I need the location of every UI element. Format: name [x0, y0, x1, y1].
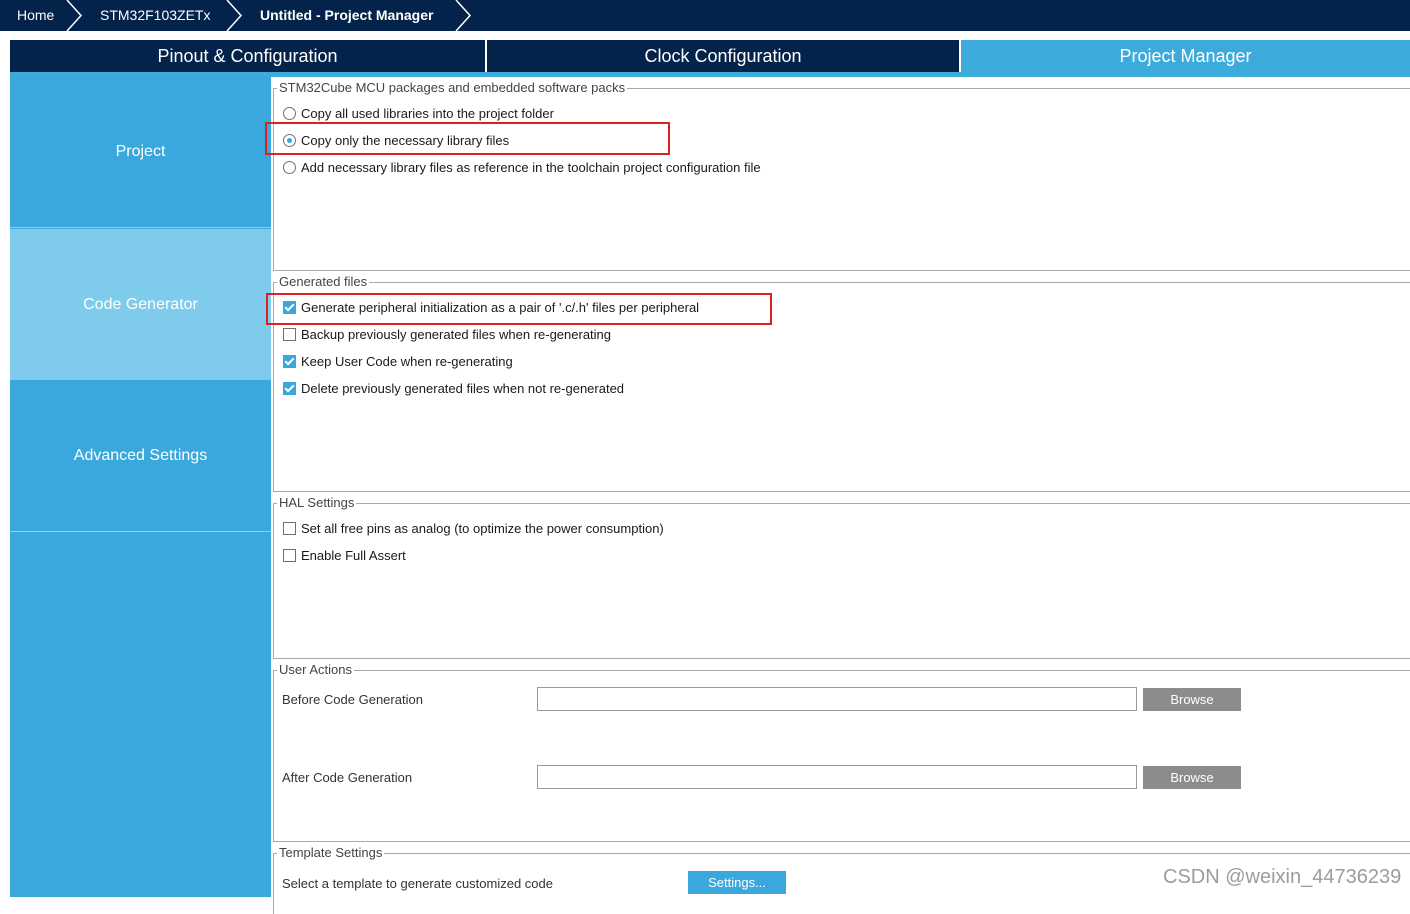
radio-button[interactable] — [283, 107, 296, 120]
checkbox-backup[interactable]: Backup previously generated files when r… — [283, 326, 611, 344]
radio-add-reference[interactable]: Add necessary library files as reference… — [283, 159, 761, 177]
sidebar-divider — [10, 227, 271, 228]
sidebar-item-code-generator[interactable]: Code Generator — [10, 229, 271, 380]
radio-button[interactable] — [283, 161, 296, 174]
browse-after-button[interactable]: Browse — [1143, 766, 1241, 789]
sidebar-item-project[interactable]: Project — [10, 77, 271, 227]
template-settings-button[interactable]: Settings... — [688, 871, 786, 894]
breadcrumb-device[interactable]: STM32F103ZETx — [100, 0, 210, 31]
user-actions-title: User Actions — [277, 662, 354, 677]
after-generation-label: After Code Generation — [282, 770, 413, 785]
main-tabs: Pinout & Configuration Clock Configurati… — [10, 40, 1410, 72]
sidebar-divider — [10, 531, 271, 532]
checkbox[interactable] — [283, 328, 296, 341]
breadcrumb: Home STM32F103ZETx Untitled - Project Ma… — [0, 0, 1410, 31]
checkbox[interactable] — [283, 522, 296, 535]
tab-clock[interactable]: Clock Configuration — [487, 40, 959, 72]
tab-project-manager[interactable]: Project Manager — [961, 40, 1410, 72]
generated-files-title: Generated files — [277, 274, 370, 289]
hal-settings-title: HAL Settings — [277, 495, 357, 510]
browse-before-button[interactable]: Browse — [1143, 688, 1241, 711]
code-generator-panel: STM32Cube MCU packages and embedded soft… — [265, 77, 1410, 914]
checkbox[interactable] — [283, 549, 296, 562]
tab-pinout[interactable]: Pinout & Configuration — [10, 40, 485, 72]
chevron-right-icon — [455, 0, 472, 31]
radio-copy-all[interactable]: Copy all used libraries into the project… — [283, 105, 554, 123]
breadcrumb-current[interactable]: Untitled - Project Manager — [260, 0, 433, 31]
checkbox-free-pins-analog[interactable]: Set all free pins as analog (to optimize… — [283, 520, 664, 538]
sidebar: Project Code Generator Advanced Settings — [10, 77, 271, 897]
checkbox[interactable] — [283, 355, 296, 368]
highlight-box — [266, 293, 772, 325]
checkbox-keep-user-code[interactable]: Keep User Code when re-generating — [283, 353, 513, 371]
user-actions-group: User Actions Before Code Generation Brow… — [273, 662, 1410, 842]
checkbox-full-assert[interactable]: Enable Full Assert — [283, 547, 406, 565]
template-label: Select a template to generate customized… — [282, 876, 553, 891]
watermark: CSDN @weixin_44736239 — [1163, 866, 1402, 888]
checkbox[interactable] — [283, 382, 296, 395]
packages-group-title: STM32Cube MCU packages and embedded soft… — [277, 80, 628, 95]
packages-group: STM32Cube MCU packages and embedded soft… — [273, 80, 1410, 271]
breadcrumb-home[interactable]: Home — [17, 0, 54, 31]
after-generation-input[interactable] — [537, 765, 1137, 789]
template-settings-title: Template Settings — [277, 845, 385, 860]
before-generation-label: Before Code Generation — [282, 692, 423, 707]
chevron-right-icon — [226, 0, 243, 31]
chevron-right-icon — [66, 0, 83, 31]
before-generation-input[interactable] — [537, 687, 1137, 711]
hal-settings-group: HAL Settings Set all free pins as analog… — [273, 495, 1410, 659]
highlight-box — [265, 122, 670, 155]
sidebar-item-advanced-settings[interactable]: Advanced Settings — [10, 381, 271, 531]
checkbox-delete-previous[interactable]: Delete previously generated files when n… — [283, 380, 624, 398]
